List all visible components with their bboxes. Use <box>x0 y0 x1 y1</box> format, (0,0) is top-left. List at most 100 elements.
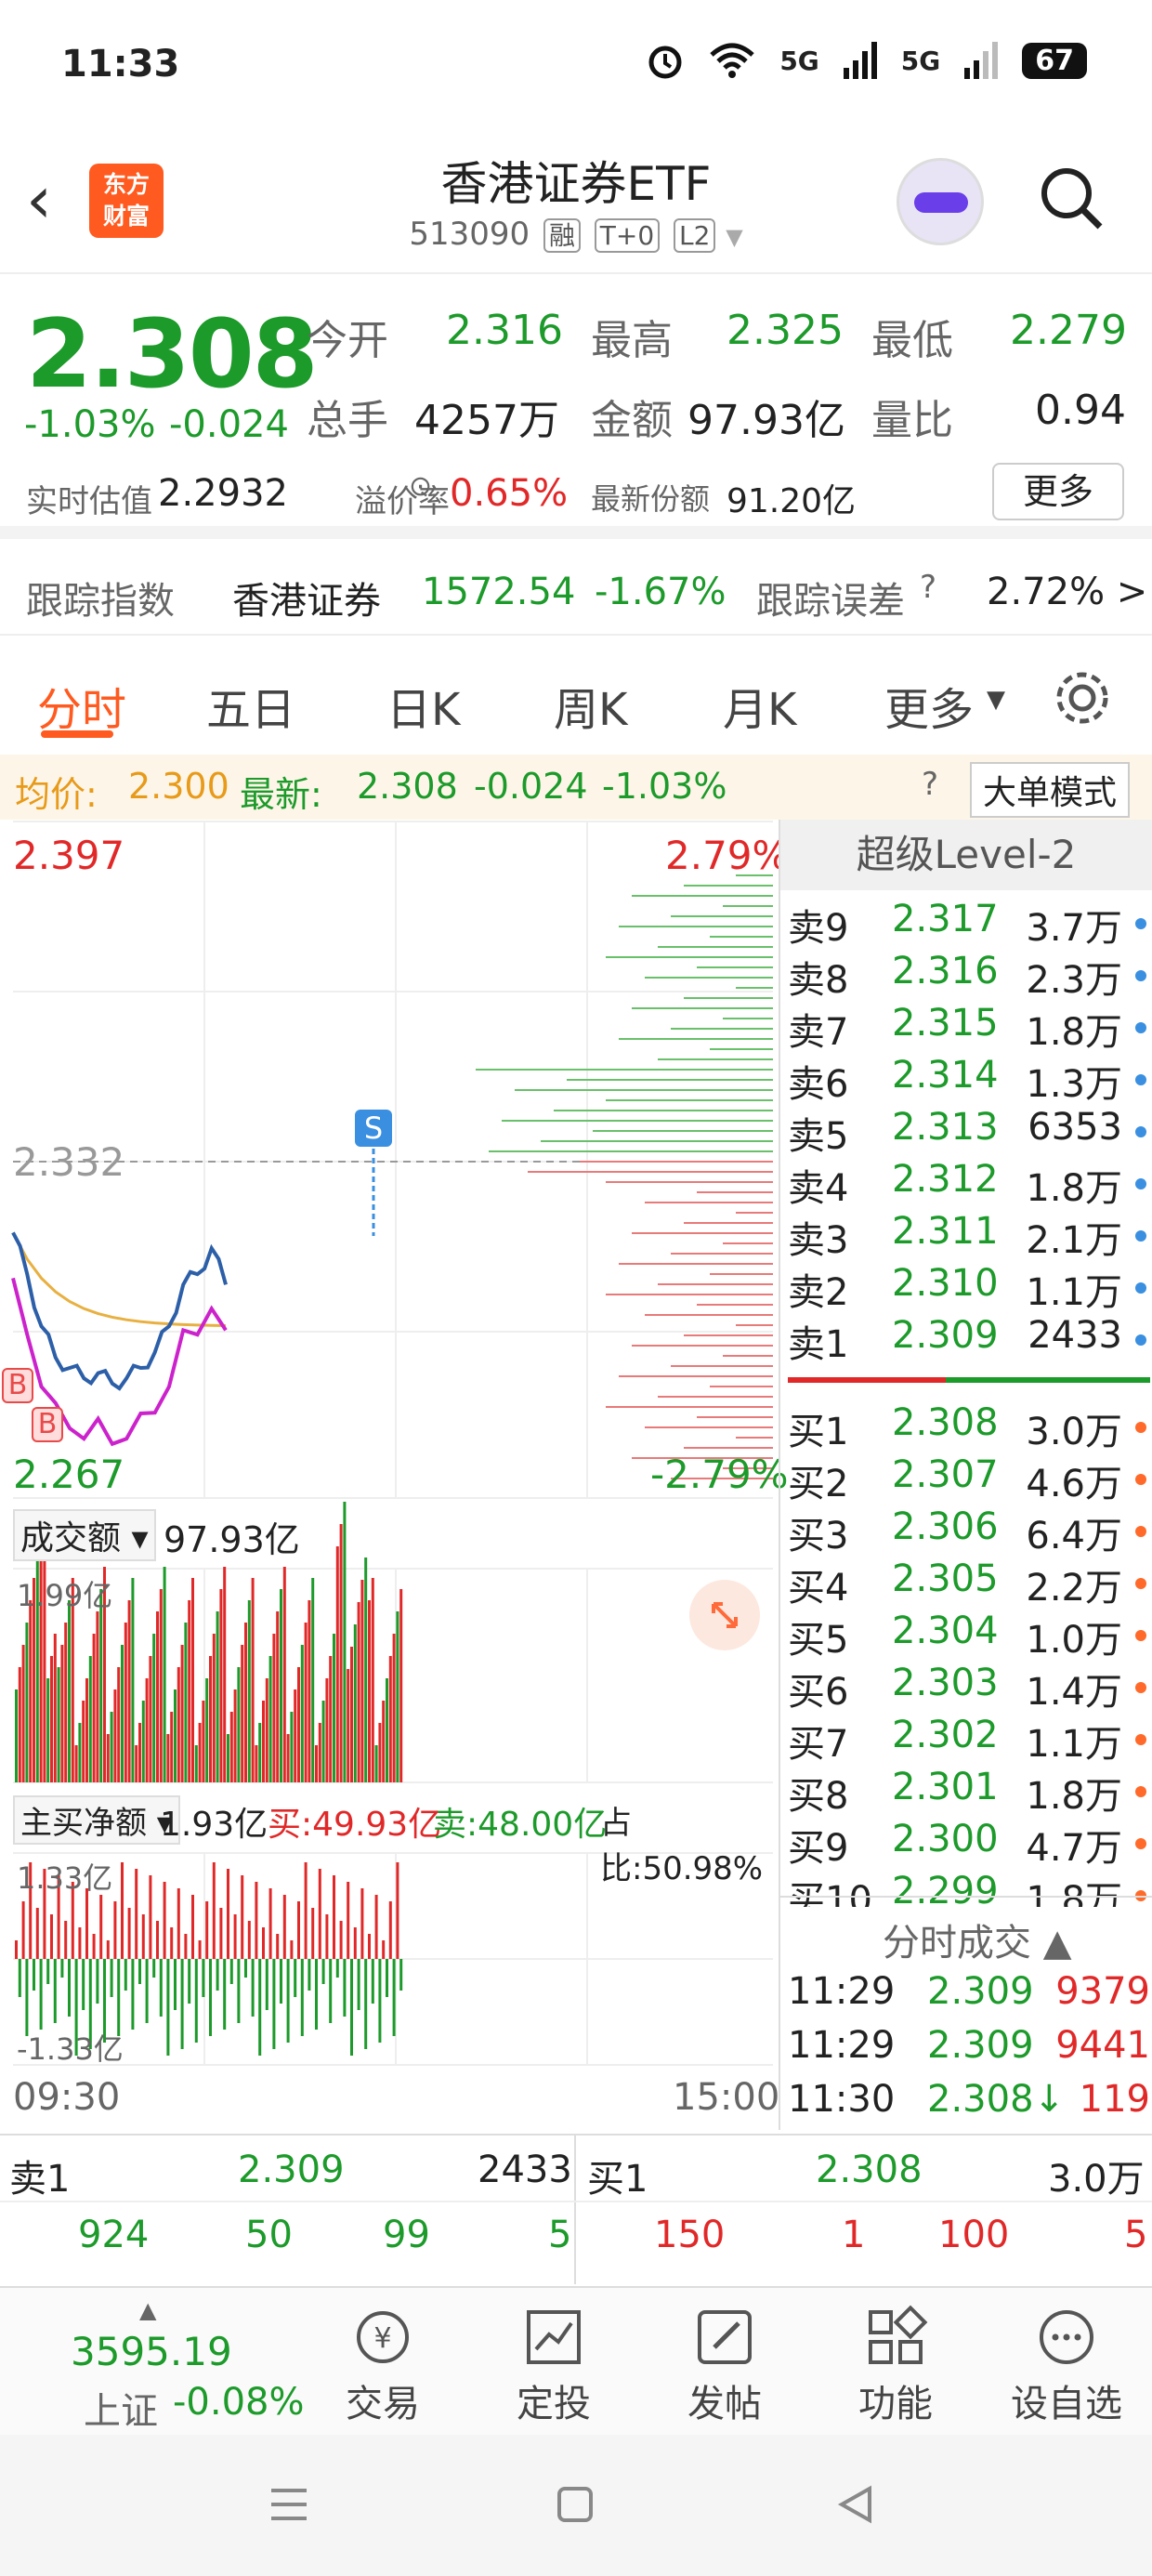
volume-bar <box>88 1656 92 1782</box>
volume-bar <box>99 1589 103 1782</box>
flow-bar <box>191 1895 194 1959</box>
current-price: 2.308 <box>26 299 319 410</box>
home-icon[interactable] <box>552 2481 598 2528</box>
flow-bar <box>304 1862 308 1959</box>
flow-bar <box>300 1959 304 2036</box>
flow-selector[interactable]: 主买净额 ▾ <box>13 1795 180 1845</box>
bid-row[interactable]: 买6 2.303 1.4万 <box>788 1662 1150 1714</box>
help-icon[interactable]: ? <box>922 766 938 803</box>
info-icon[interactable]: ⊙ <box>409 470 432 503</box>
flow-bar <box>124 1959 127 1991</box>
caret-down-icon[interactable]: ▼ <box>987 686 1005 714</box>
volume: 4257万 <box>414 397 559 444</box>
bid-row[interactable]: 买4 2.305 2.2万 <box>788 1557 1150 1610</box>
tab-more[interactable]: 更多 <box>884 673 974 738</box>
flow-bar <box>138 1959 141 1984</box>
tab-five-day[interactable]: 五日 <box>206 673 295 738</box>
invest-plan-button[interactable]: 定投 <box>489 2305 619 2427</box>
bid-dot <box>1135 1734 1146 1745</box>
help-icon[interactable]: ? <box>920 569 936 606</box>
buy-marker[interactable]: B <box>32 1407 63 1442</box>
ask-volume: 3.7万 <box>1026 907 1122 950</box>
buy-marker[interactable]: B <box>2 1368 33 1403</box>
bid-row[interactable]: 买2 2.307 4.6万 <box>788 1453 1150 1505</box>
clock: 11:33 <box>61 43 180 85</box>
flow-bar <box>219 1908 223 1959</box>
ask-row[interactable]: 卖3 2.311 2.1万 <box>788 1210 1150 1262</box>
chevron-down-icon[interactable]: ▼ <box>726 224 742 250</box>
volume-bar <box>39 1533 43 1782</box>
flow-bar <box>276 1934 280 1959</box>
tracking-index-value: 1572.54 <box>422 571 576 613</box>
bid-row[interactable]: 买8 2.301 1.8万 <box>788 1766 1150 1818</box>
tracking-error[interactable]: 2.72% > <box>987 571 1147 613</box>
bid-volume: 1.1万 <box>1026 1723 1122 1766</box>
trade-button[interactable]: ¥ 交易 <box>318 2305 448 2427</box>
tab-daily-k[interactable]: 日K <box>386 673 460 738</box>
search-icon[interactable] <box>1039 165 1104 230</box>
flow-bar <box>39 1959 43 2030</box>
tag-t0: T+0 <box>594 218 661 253</box>
trade-volume: 9441 <box>1055 2024 1150 2067</box>
bottom-bid-vol: 3.0万 <box>1048 2158 1145 2201</box>
volume-bar <box>360 1580 364 1782</box>
trades-header[interactable]: 分时成交 ▲ <box>883 1912 1071 1966</box>
bid-row[interactable]: 买5 2.304 1.0万 <box>788 1610 1150 1662</box>
more-button[interactable]: 更多 <box>992 463 1124 520</box>
tab-intraday[interactable]: 分时 <box>37 673 126 738</box>
expand-icon[interactable] <box>689 1580 760 1650</box>
flow-bar <box>50 1914 53 1959</box>
axis-bottom-price: 2.267 <box>13 1452 125 1497</box>
ask-price: 2.315 <box>892 1002 999 1045</box>
ask-row[interactable]: 卖1 2.309 2433 <box>788 1314 1150 1366</box>
ask-price: 2.310 <box>892 1262 999 1305</box>
settings-gear-icon[interactable] <box>1052 667 1113 729</box>
flow-bar <box>99 1895 103 1959</box>
volume-bar <box>386 1678 388 1782</box>
post-button[interactable]: 发帖 <box>660 2305 790 2427</box>
flow-bar <box>382 1940 386 1959</box>
flow-bar <box>141 1914 145 1959</box>
bid-row[interactable]: 买3 2.306 6.4万 <box>788 1505 1150 1557</box>
bid-row[interactable]: 买10 2.299 1.8万 <box>788 1870 1150 1907</box>
flow-bar <box>357 1959 360 2010</box>
functions-button[interactable]: 功能 <box>831 2305 961 2427</box>
ask-row[interactable]: 卖7 2.315 1.8万 <box>788 1002 1150 1054</box>
bid-row[interactable]: 买9 2.300 4.7万 <box>788 1818 1150 1870</box>
bid-row[interactable]: 买1 2.308 3.0万 <box>788 1401 1150 1453</box>
trade-row: 11:29 2.309 9379 <box>788 1970 1150 2022</box>
tracking-index-bar[interactable]: 跟踪指数 香港证券 1572.54 -1.67% 跟踪误差 ? 2.72% > <box>0 552 1152 636</box>
flow-bar <box>233 1914 237 1959</box>
level2-orderbook[interactable]: 超级Level-2 卖9 2.317 3.7万 卖8 2.316 2.3万 卖7… <box>779 820 1152 2130</box>
flow-bar <box>152 1959 156 1978</box>
bid-row[interactable]: 买7 2.302 1.1万 <box>788 1714 1150 1766</box>
flow-bar <box>339 1921 343 1959</box>
ask-row[interactable]: 卖6 2.314 1.3万 <box>788 1054 1150 1106</box>
back-nav-icon[interactable] <box>832 2481 879 2528</box>
tab-monthly-k[interactable]: 月K <box>723 673 796 738</box>
ask-row[interactable]: 卖4 2.312 1.8万 <box>788 1158 1150 1210</box>
volume-bar <box>325 1678 329 1782</box>
bid-price: 2.301 <box>892 1766 999 1808</box>
menu-icon[interactable] <box>266 2481 312 2528</box>
intraday-chart[interactable]: 2.397 2.79% 2.332 2.267 -2.79% S B B 成交额… <box>0 820 789 2130</box>
tab-weekly-k[interactable]: 周K <box>554 673 627 738</box>
volume-bar <box>251 1578 255 1782</box>
grid-icon <box>869 2305 928 2364</box>
add-watchlist-button[interactable]: 设自选 <box>1001 2305 1132 2427</box>
large-order-mode-button[interactable]: 大单模式 <box>970 762 1131 818</box>
flow-bar <box>272 1959 276 2049</box>
ask-row[interactable]: 卖8 2.316 2.3万 <box>788 950 1150 1002</box>
flow-axis-bottom: -1.33亿 <box>17 2031 124 2067</box>
ask-price: 2.309 <box>892 1314 999 1357</box>
volume-selector[interactable]: 成交额 ▾ <box>13 1509 156 1561</box>
flow-bar <box>262 1927 265 1959</box>
ask-row[interactable]: 卖5 2.313 6353 <box>788 1106 1150 1158</box>
flow-bar <box>386 1959 388 1997</box>
ask-row[interactable]: 卖2 2.310 1.1万 <box>788 1262 1150 1314</box>
assistant-avatar[interactable] <box>897 158 984 245</box>
volume-bar <box>353 1624 357 1782</box>
sell-marker[interactable]: S <box>355 1110 392 1147</box>
bid-dot <box>1135 1838 1146 1849</box>
ask-row[interactable]: 卖9 2.317 3.7万 <box>788 898 1150 950</box>
